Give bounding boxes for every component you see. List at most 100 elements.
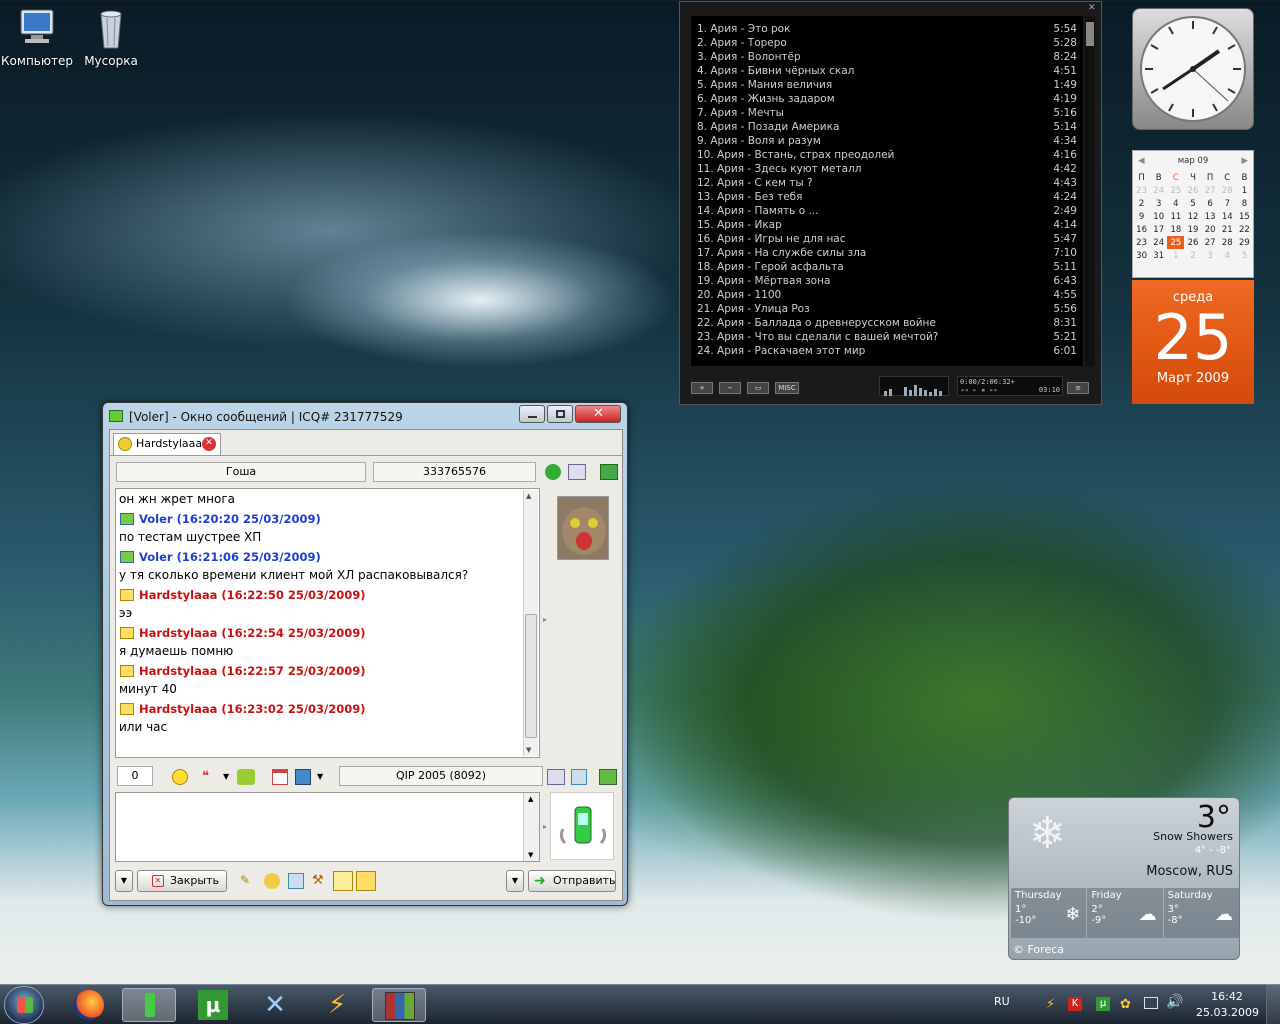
calendar-day[interactable]: 28 <box>1219 184 1236 197</box>
contacts-icon[interactable] <box>264 873 280 889</box>
save-icon[interactable] <box>295 769 311 785</box>
calendar-day[interactable]: 18 <box>1167 223 1184 236</box>
message-mode-icon[interactable] <box>333 871 353 891</box>
calendar-icon[interactable] <box>272 769 288 785</box>
add-button[interactable]: + <box>691 382 713 394</box>
calendar-day[interactable]: 30 <box>1133 249 1150 262</box>
taskbar-app-x[interactable]: ✕ <box>248 988 302 1022</box>
playlist-item[interactable]: 7. Ария - Мечты 5:16 <box>697 106 1077 120</box>
calendar-day[interactable]: 27 <box>1202 184 1219 197</box>
calendar-day[interactable]: 14 <box>1219 210 1236 223</box>
calendar-day[interactable]: 8 <box>1236 197 1253 210</box>
playlist-item[interactable]: 9. Ария - Воля и разум 4:34 <box>697 134 1077 148</box>
playlist-item[interactable]: 20. Ария - 1100 4:55 <box>697 288 1077 302</box>
history-folder-icon[interactable] <box>600 464 618 480</box>
tab-hardstylaaa[interactable]: Hardstylaaa ✕ <box>113 433 221 455</box>
user-info-icon[interactable] <box>568 464 586 480</box>
translit-icon[interactable] <box>237 769 255 785</box>
calendar-day[interactable]: 23 <box>1133 236 1150 249</box>
desktop-icon-computer[interactable]: Компьютер <box>0 6 77 68</box>
calendar-day[interactable]: 4 <box>1219 249 1236 262</box>
playlist-item[interactable]: 4. Ария - Бивни чёрных скал 4:51 <box>697 64 1077 78</box>
playlist-item[interactable]: 1. Ария - Это рок 5:54 <box>697 22 1077 36</box>
weather-gadget[interactable]: ❄ 3° Snow Showers 4° - -8° Moscow, RUS T… <box>1008 797 1240 960</box>
playlist-item[interactable]: 15. Ария - Икар 4:14 <box>697 218 1077 232</box>
input-scrollbar[interactable]: ▲ ▼ <box>523 793 539 861</box>
info-icon[interactable] <box>288 873 304 889</box>
taskbar-utorrent[interactable]: µ <box>186 988 240 1022</box>
taskbar-winrar[interactable] <box>372 988 426 1022</box>
playlist-item[interactable]: 13. Ария - Без тебя 4:24 <box>697 190 1077 204</box>
options-dropdown-button[interactable]: ▼ <box>115 870 133 892</box>
calendar-day[interactable]: 31 <box>1150 249 1167 262</box>
splitter-arrow-icon[interactable]: ▸ <box>543 822 547 831</box>
calendar-day[interactable]: 21 <box>1219 223 1236 236</box>
tools-icon[interactable]: ⚒ <box>312 873 328 889</box>
calendar-day[interactable]: 23 <box>1133 184 1150 197</box>
send-file-icon[interactable] <box>547 769 565 785</box>
calendar-day[interactable]: 22 <box>1236 223 1253 236</box>
calendar-day[interactable]: 13 <box>1202 210 1219 223</box>
close-tab-icon[interactable] <box>599 769 617 785</box>
playlist-item[interactable]: 5. Ария - Мания величия 1:49 <box>697 78 1077 92</box>
calendar-day[interactable]: 5 <box>1184 197 1201 210</box>
playlist-item[interactable]: 23. Ария - Что вы сделали с вашей мечтой… <box>697 330 1077 344</box>
maximize-button[interactable] <box>547 405 573 423</box>
taskbar-aimp[interactable]: ⚡ <box>310 988 364 1022</box>
calendar-day[interactable]: 25 <box>1167 236 1185 249</box>
tray-aimp-icon[interactable]: ⚡ <box>1046 997 1055 1012</box>
playlist-item[interactable]: 19. Ария - Мёртвая зона 6:43 <box>697 274 1077 288</box>
playlist-item[interactable]: 10. Ария - Встань, страх преодолей 4:16 <box>697 148 1077 162</box>
calendar-day[interactable]: 27 <box>1202 236 1219 249</box>
remove-button[interactable]: − <box>719 382 741 394</box>
call-icon[interactable] <box>545 464 561 480</box>
calendar-day[interactable]: 9 <box>1133 210 1150 223</box>
calendar-day[interactable]: 28 <box>1219 236 1236 249</box>
misc-button[interactable]: MISC <box>775 382 799 394</box>
send-options-dropdown[interactable]: ▼ <box>506 870 524 892</box>
calendar-day[interactable]: 26 <box>1184 236 1201 249</box>
calendar-day[interactable]: 4 <box>1167 197 1184 210</box>
player-close-icon[interactable]: ✕ <box>1088 3 1098 13</box>
calendar-day[interactable]: 5 <box>1236 249 1253 262</box>
playlist-item[interactable]: 8. Ария - Позади Америка 5:14 <box>697 120 1077 134</box>
tray-utorrent-icon[interactable]: µ <box>1096 997 1110 1011</box>
playlist-item[interactable]: 22. Ария - Баллада о древнерусском войне… <box>697 316 1077 330</box>
calendar-day[interactable]: 16 <box>1133 223 1150 236</box>
language-indicator[interactable]: RU <box>994 995 1010 1008</box>
taskbar-firefox[interactable] <box>62 988 116 1022</box>
calendar-day[interactable]: 24 <box>1150 236 1167 249</box>
send-button[interactable]: ➜ Отправить <box>528 870 616 892</box>
calendar-day[interactable]: 1 <box>1167 249 1184 262</box>
playlist-menu-button[interactable]: ≡ <box>1067 382 1089 394</box>
quote-icon[interactable]: ❝ <box>202 769 220 785</box>
calendar-day[interactable]: 2 <box>1133 197 1150 210</box>
calendar-day[interactable]: 17 <box>1150 223 1167 236</box>
calendar-day[interactable]: 11 <box>1167 210 1184 223</box>
calendar-day[interactable]: 24 <box>1150 184 1167 197</box>
message-mode-icon[interactable] <box>356 871 376 891</box>
calendar-day[interactable]: 29 <box>1236 236 1253 249</box>
dropdown-icon[interactable]: ▼ <box>223 769 229 785</box>
playlist-scrollbar[interactable] <box>1085 16 1095 366</box>
show-desktop-button[interactable] <box>1266 985 1280 1024</box>
calendar-day[interactable]: 10 <box>1150 210 1167 223</box>
expand-icon[interactable] <box>571 769 587 785</box>
calendar-day[interactable]: 3 <box>1150 197 1167 210</box>
calendar-day[interactable]: 6 <box>1202 197 1219 210</box>
playlist-item[interactable]: 17. Ария - На службе силы зла 7:10 <box>697 246 1077 260</box>
tab-close-icon[interactable]: ✕ <box>202 437 216 451</box>
calendar-day[interactable]: 1 <box>1236 184 1253 197</box>
tray-qip-icon[interactable]: ✿ <box>1120 997 1131 1012</box>
calendar-day[interactable]: 19 <box>1184 223 1201 236</box>
dropdown-icon[interactable]: ▼ <box>317 769 323 785</box>
calendar-day[interactable]: 25 <box>1167 184 1184 197</box>
calendar-day[interactable]: 12 <box>1184 210 1201 223</box>
playlist-item[interactable]: 3. Ария - Волонтёр 8:24 <box>697 50 1077 64</box>
playlist-item[interactable]: 21. Ария - Улица Роз 5:56 <box>697 302 1077 316</box>
tray-kaspersky-icon[interactable]: K <box>1068 997 1082 1011</box>
playlist-item[interactable]: 11. Ария - Здесь куют металл 4:42 <box>697 162 1077 176</box>
next-month-icon[interactable]: ▶ <box>1241 151 1248 171</box>
playlist-item[interactable]: 14. Ария - Память о ... 2:49 <box>697 204 1077 218</box>
smiley-icon[interactable] <box>172 769 188 785</box>
